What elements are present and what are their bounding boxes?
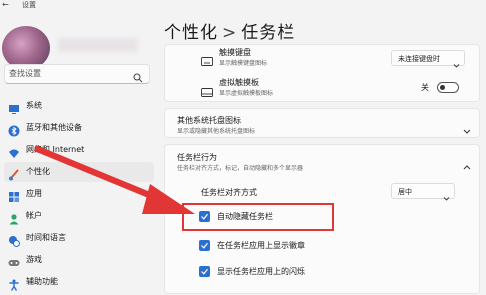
annotation-arrow: [34, 145, 195, 214]
